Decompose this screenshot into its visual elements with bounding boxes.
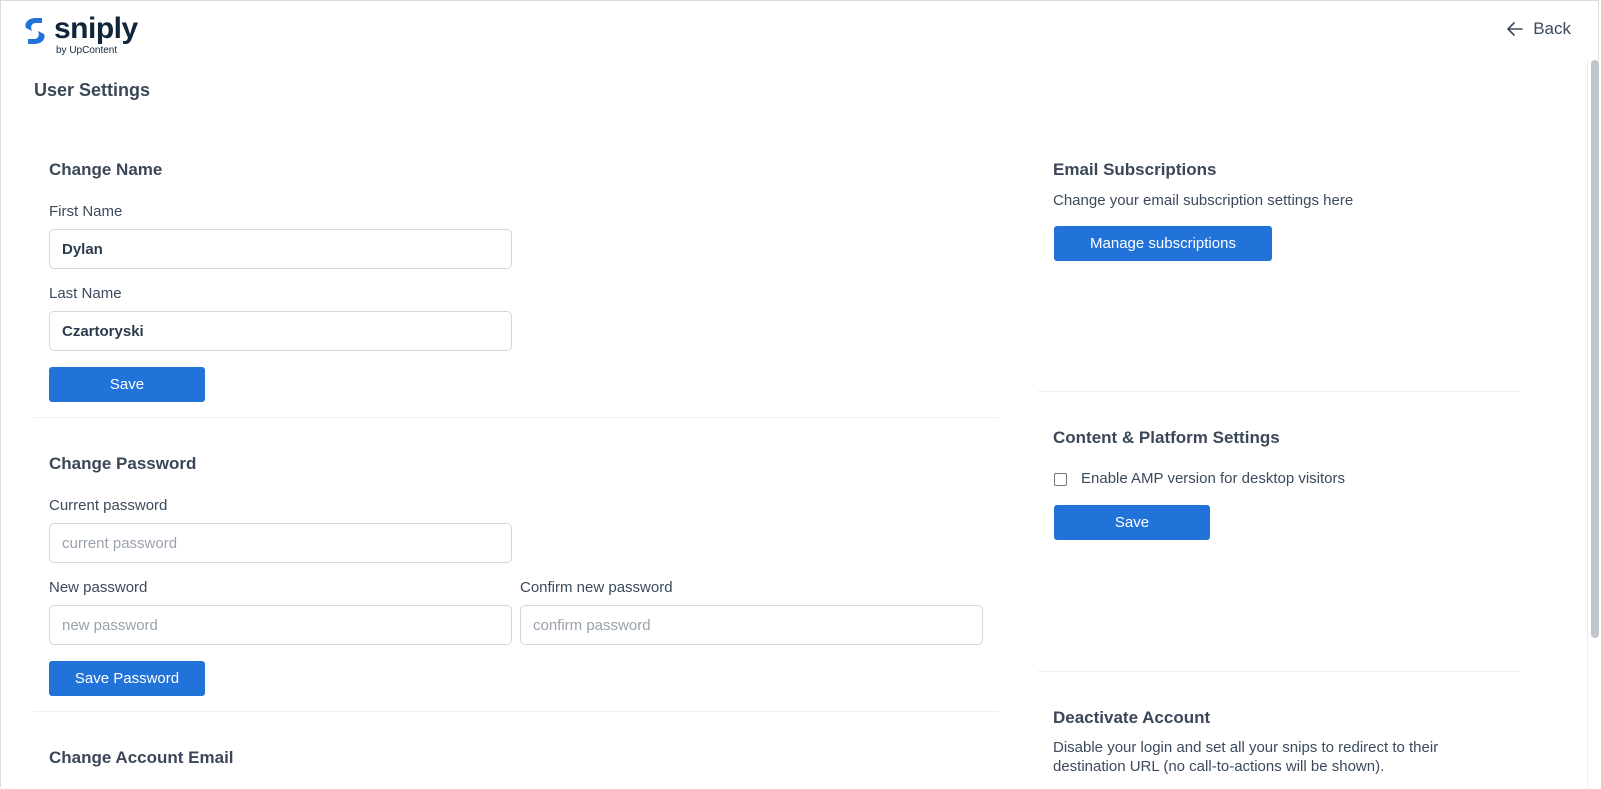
change-email-card: Change Account Email bbox=[33, 730, 999, 789]
deactivate-account-card: Deactivate Account Disable your login an… bbox=[1038, 690, 1520, 789]
page-scrollbar[interactable] bbox=[1587, 60, 1601, 789]
sniply-logo-icon bbox=[25, 18, 45, 44]
scrollbar-thumb[interactable] bbox=[1591, 60, 1599, 638]
email-subscriptions-card: Email Subscriptions Change your email su… bbox=[1038, 142, 1520, 392]
save-name-button[interactable]: Save bbox=[49, 367, 205, 402]
last-name-input[interactable] bbox=[49, 311, 512, 351]
deactivate-description-line2: destination URL (no call-to-actions will… bbox=[1053, 758, 1385, 775]
email-subscriptions-description: Change your email subscription settings … bbox=[1053, 192, 1354, 209]
sniply-logo[interactable]: sniply by UpContent bbox=[22, 12, 138, 56]
manage-subscriptions-button[interactable]: Manage subscriptions bbox=[1054, 226, 1272, 261]
back-button[interactable]: Back bbox=[1507, 19, 1571, 39]
deactivate-description-line1: Disable your login and set all your snip… bbox=[1053, 739, 1439, 756]
change-password-card: Change Password Current password New pas… bbox=[33, 436, 999, 712]
new-password-input[interactable] bbox=[49, 605, 512, 645]
current-password-label: Current password bbox=[49, 497, 168, 514]
header: sniply by UpContent Back bbox=[0, 0, 1601, 60]
content-platform-title: Content & Platform Settings bbox=[1053, 428, 1280, 447]
logo-tagline: by UpContent bbox=[56, 45, 118, 56]
confirm-password-input[interactable] bbox=[520, 605, 983, 645]
amp-checkbox[interactable] bbox=[1054, 473, 1067, 486]
change-email-title: Change Account Email bbox=[49, 748, 234, 767]
confirm-password-label: Confirm new password bbox=[520, 579, 673, 596]
first-name-input[interactable] bbox=[49, 229, 512, 269]
arrow-left-icon bbox=[1507, 22, 1524, 36]
page-title: User Settings bbox=[34, 80, 151, 100]
change-password-title: Change Password bbox=[49, 454, 197, 473]
current-password-input[interactable] bbox=[49, 523, 512, 563]
email-subscriptions-title: Email Subscriptions bbox=[1053, 160, 1217, 179]
change-name-title: Change Name bbox=[49, 160, 163, 179]
save-password-button[interactable]: Save Password bbox=[49, 661, 205, 696]
content-platform-card: Content & Platform Settings Enable AMP v… bbox=[1038, 410, 1520, 672]
back-label: Back bbox=[1533, 19, 1571, 38]
logo-wordmark: sniply bbox=[54, 12, 138, 45]
amp-checkbox-label[interactable]: Enable AMP version for desktop visitors bbox=[1081, 470, 1345, 487]
deactivate-account-title: Deactivate Account bbox=[1053, 708, 1211, 727]
change-name-card: Change Name First Name Last Name Save bbox=[33, 142, 999, 418]
first-name-label: First Name bbox=[49, 203, 123, 220]
save-platform-button[interactable]: Save bbox=[1054, 505, 1210, 540]
new-password-label: New password bbox=[49, 579, 148, 596]
last-name-label: Last Name bbox=[49, 285, 122, 302]
